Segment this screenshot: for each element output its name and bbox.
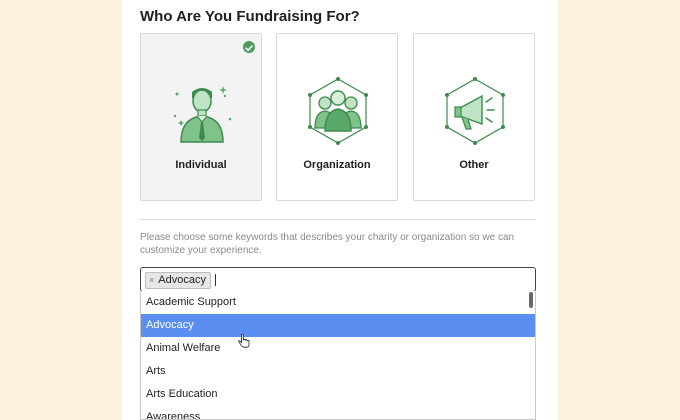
card-label: Individual — [175, 159, 227, 171]
text-caret — [215, 274, 216, 286]
dropdown-option[interactable]: Academic Support — [141, 291, 535, 314]
dropdown-option[interactable]: Arts Education — [141, 383, 535, 406]
card-other[interactable]: Other — [413, 33, 535, 201]
person-icon — [173, 86, 232, 143]
card-label: Other — [459, 159, 489, 171]
section-divider — [140, 219, 536, 220]
keywords-helper-text: Please choose some keywords that describ… — [140, 232, 515, 256]
card-organization[interactable]: Organization — [276, 33, 398, 201]
dropdown-option[interactable]: Arts — [141, 360, 535, 383]
keyword-tag-label: Advocacy — [158, 274, 206, 286]
dropdown-option-highlighted[interactable]: Advocacy — [141, 314, 535, 337]
keywords-input[interactable]: × Advocacy — [140, 267, 536, 292]
keyword-tag: × Advocacy — [145, 272, 211, 289]
remove-tag-icon[interactable]: × — [149, 273, 154, 288]
checkmark-icon — [243, 41, 255, 53]
hand-pointer-icon — [238, 334, 250, 348]
card-individual[interactable]: Individual — [140, 33, 262, 201]
dropdown-scrollbar[interactable] — [529, 292, 533, 308]
card-label: Organization — [303, 159, 371, 171]
group-icon — [308, 77, 368, 145]
dropdown-option[interactable]: Awareness — [141, 406, 535, 419]
megaphone-icon — [445, 77, 505, 145]
keywords-dropdown: Academic Support Advocacy Animal Welfare… — [140, 291, 536, 420]
dropdown-option[interactable]: Animal Welfare — [141, 337, 535, 360]
page-title: Who Are You Fundraising For? — [140, 8, 360, 25]
